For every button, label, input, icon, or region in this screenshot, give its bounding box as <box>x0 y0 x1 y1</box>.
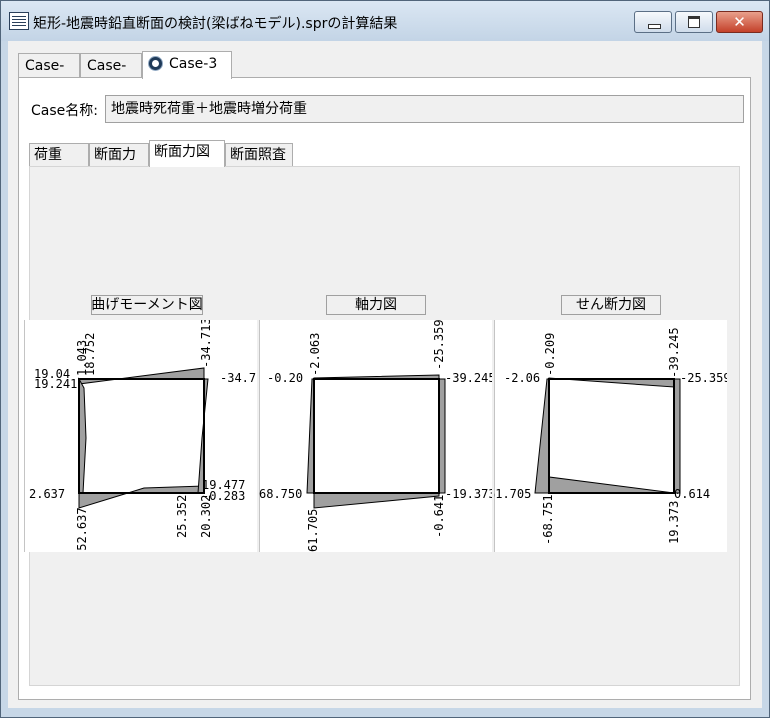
close-button[interactable]: ✕ <box>716 11 763 33</box>
axial-fill-bottom <box>313 492 440 509</box>
value-label: 61.705 <box>494 487 531 501</box>
value-label: -68.751 <box>541 494 555 545</box>
shear-fill-left <box>534 378 550 494</box>
value-label: -2.06 <box>504 371 540 385</box>
moment-fill-top <box>78 367 205 385</box>
client-area: Case-1 Case-2 Case-3 Case名称: 地震時死荷重＋地震時増… <box>8 41 762 708</box>
diagram-area: 曲げモーメント図 軸力図 せん断力図 19.04 19.241 1.043 18… <box>24 166 740 686</box>
moment-diagram: 19.04 19.241 1.043 18.752 -34.713 -34.71… <box>24 320 257 552</box>
tab-label: 断面力 <box>94 147 136 163</box>
value-label: -0.20 <box>267 371 303 385</box>
case-page: Case名称: 地震時死荷重＋地震時増分荷重 荷重 断面力 断面力図 断面照査 … <box>18 77 751 700</box>
value-label: 19.373 <box>667 501 681 544</box>
value-label: -0.209 <box>543 333 557 376</box>
value-label: -0.283 <box>202 489 245 503</box>
value-label: -19.373 <box>445 487 492 501</box>
moment-diagram-graphic: 19.04 19.241 1.043 18.752 -34.713 -34.71… <box>24 320 257 552</box>
moment-fill-left <box>78 377 87 494</box>
tab-section-check[interactable]: 断面照査 <box>225 143 293 166</box>
value-label: -0.641 <box>432 495 446 538</box>
axial-fill-left <box>306 378 315 494</box>
value-label: 2.637 <box>29 487 65 501</box>
minimize-icon <box>648 24 661 29</box>
tab-section-force[interactable]: 断面力 <box>89 143 149 166</box>
case-name-label: Case名称: <box>31 103 98 119</box>
shear-diagram-title: せん断力図 <box>561 295 661 315</box>
shear-fill-bottom <box>548 476 675 494</box>
shear-diagram: -2.06 -0.209 -39.245 -25.359 61.705 -68.… <box>494 320 727 552</box>
moment-diagram-title: 曲げモーメント図 <box>91 295 203 315</box>
axial-diagram-title: 軸力図 <box>326 295 426 315</box>
tab-case-1[interactable]: Case-1 <box>18 53 80 98</box>
minimize-button[interactable] <box>634 11 672 33</box>
value-label: 0.614 <box>674 487 710 501</box>
tab-load[interactable]: 荷重 <box>29 143 89 166</box>
table-icon <box>9 12 29 30</box>
value-label: 61.705 <box>306 509 320 552</box>
tab-label: Case-3 <box>169 56 218 72</box>
tab-label: 荷重 <box>34 147 62 163</box>
maximize-button[interactable] <box>675 11 713 33</box>
value-label: -25.359 <box>680 371 727 385</box>
value-label: -34.713 <box>199 320 213 368</box>
value-label: -52.637 <box>75 507 89 552</box>
tab-case-2[interactable]: Case-2 <box>80 53 142 98</box>
frame <box>313 378 440 494</box>
window-title: 矩形-地震時鉛直断面の検討(梁ばねモデル).sprの計算結果 <box>33 16 398 32</box>
result-window: 矩形-地震時鉛直断面の検討(梁ばねモデル).sprの計算結果 ✕ Case-1 … <box>0 0 770 718</box>
value-label: 19.241 <box>34 377 77 391</box>
value-label: -25.359 <box>432 320 446 370</box>
title-bar[interactable]: 矩形-地震時鉛直断面の検討(梁ばねモデル).sprの計算結果 ✕ <box>1 1 769 41</box>
value-label: -39.245 <box>667 327 681 378</box>
value-label: 18.752 <box>83 333 97 376</box>
value-label: -39.245 <box>445 371 492 385</box>
case-name-field[interactable]: 地震時死荷重＋地震時増分荷重 <box>105 95 744 123</box>
value-label: 25.352 <box>175 495 189 538</box>
tab-section-force-diagram[interactable]: 断面力図 <box>149 140 225 167</box>
tab-case-3[interactable]: Case-3 <box>142 51 232 79</box>
gear-icon <box>149 57 162 70</box>
frame <box>548 378 675 494</box>
maximize-icon <box>688 16 700 28</box>
value-label: -2.063 <box>308 333 322 376</box>
tab-label: 断面照査 <box>230 147 286 163</box>
axial-diagram-graphic: -2.063 -0.20 -25.359 -39.245 68.750 61.7… <box>259 320 492 552</box>
tab-label: 断面力図 <box>154 144 210 160</box>
axial-diagram: -2.063 -0.20 -25.359 -39.245 68.750 61.7… <box>259 320 492 552</box>
shear-diagram-graphic: -2.06 -0.209 -39.245 -25.359 61.705 -68.… <box>494 320 727 552</box>
frame <box>78 378 205 494</box>
value-label: -34.713 <box>220 371 257 385</box>
value-label: 68.750 <box>259 487 302 501</box>
close-icon: ✕ <box>733 13 746 31</box>
